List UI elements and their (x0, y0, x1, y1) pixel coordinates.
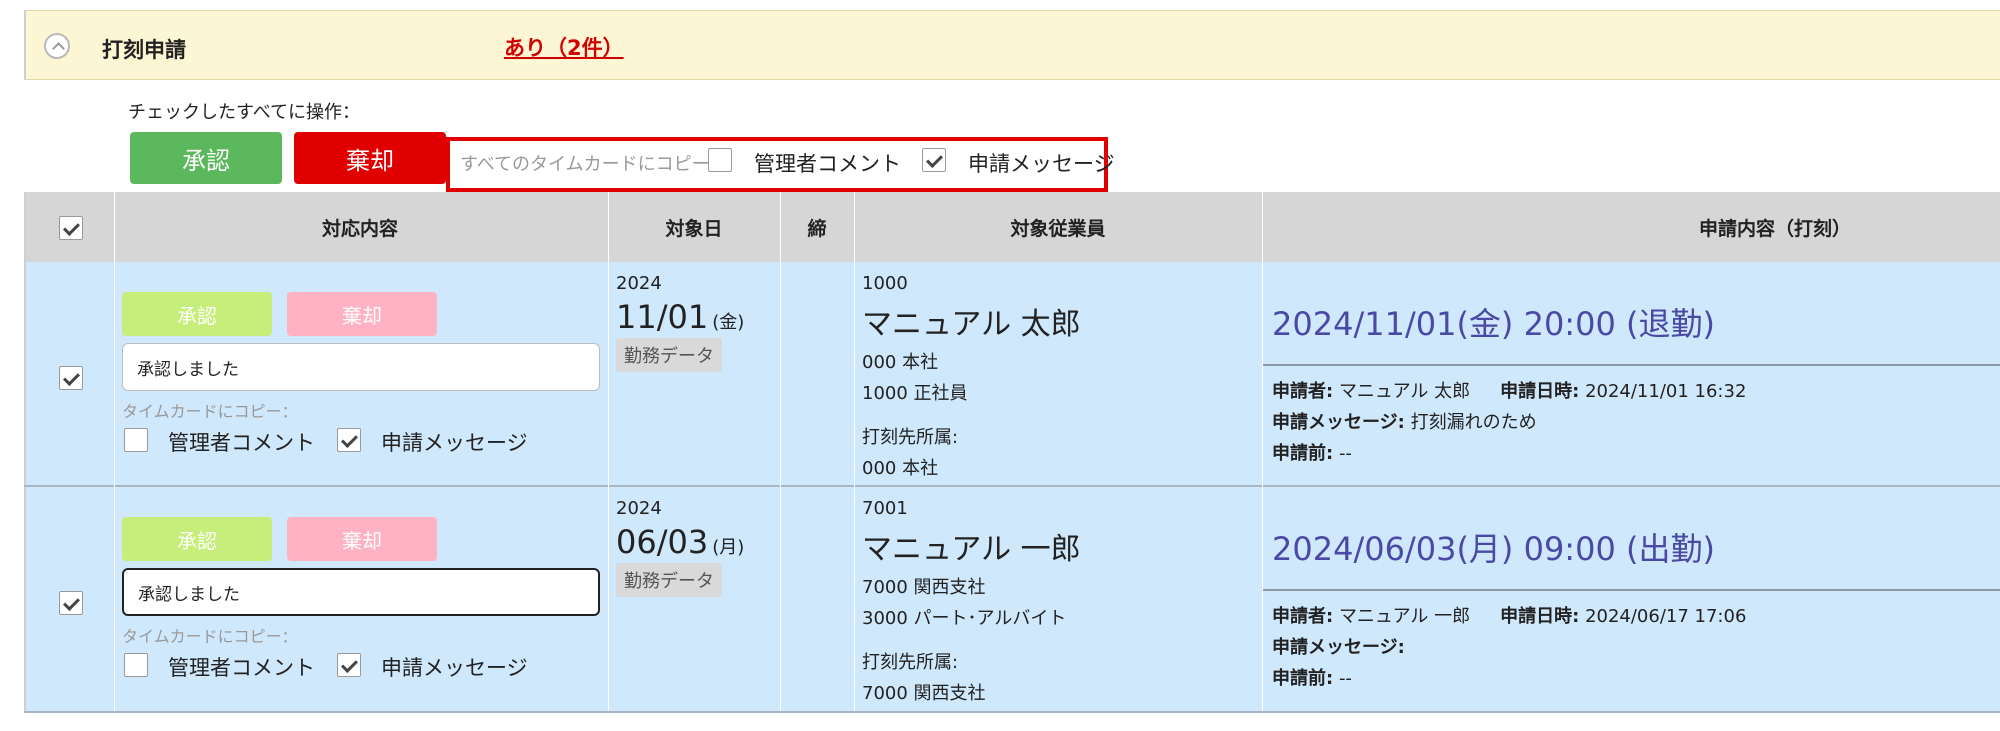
manager-comment-checkbox[interactable] (124, 653, 148, 677)
column-divider (608, 192, 609, 711)
request-applicant-line: 申請者: マニュアル 太郎 申請日時: 2024/11/01 16:32 (1272, 381, 1747, 402)
bulk-manager-comment-checkbox[interactable] (708, 148, 732, 172)
punch-dept: 7000 関西支社 (862, 683, 986, 704)
request-divider (1263, 364, 2000, 366)
request-message-line: 申請メッセージ: 打刻漏れのため (1272, 412, 1537, 433)
employee-department: 000 本社 (862, 352, 939, 373)
target-year: 2024 (616, 273, 662, 294)
employment-type: 1000 正社員 (862, 383, 968, 404)
bulk-approve-button[interactable]: 承認 (130, 132, 282, 184)
employment-type: 3000 パート･アルバイト (862, 608, 1067, 629)
select-all-checkbox[interactable] (59, 216, 83, 240)
request-message-label: 申請メッセージ (381, 656, 528, 680)
manager-comment-input[interactable]: 承認しました (122, 343, 600, 391)
employee-name: マニュアル 一郎 (862, 532, 1081, 567)
reject-button[interactable]: 棄却 (287, 517, 437, 561)
col-action: 対応内容 (321, 218, 399, 240)
section-title: 打刻申請 (102, 38, 186, 62)
target-year: 2024 (616, 498, 662, 519)
col-closing: 締 (807, 218, 827, 240)
target-date: 11/01 (金) (616, 298, 745, 336)
timecard-copy-label: タイムカードにコピー： (122, 402, 298, 421)
pending-count-link[interactable]: あり（2件） (504, 32, 624, 62)
column-divider (114, 192, 115, 711)
bulk-request-message-label: 申請メッセージ (968, 152, 1115, 176)
manager-comment-input[interactable]: 承認しました (122, 568, 600, 616)
col-employee: 対象従業員 (1010, 218, 1106, 240)
approve-button[interactable]: 承認 (122, 517, 272, 561)
manager-comment-label: 管理者コメント (168, 431, 315, 455)
request-applicant-line: 申請者: マニュアル 一郎 申請日時: 2024/06/17 17:06 (1272, 606, 1747, 627)
punch-dept: 000 本社 (862, 458, 939, 479)
punch-dept-label: 打刻先所属: (862, 427, 959, 448)
column-divider (780, 192, 781, 711)
target-date: 06/03 (月) (616, 523, 745, 561)
request-before-line: 申請前: -- (1272, 668, 1352, 689)
employee-name: マニュアル 太郎 (862, 307, 1081, 342)
bulk-manager-comment-label: 管理者コメント (754, 152, 901, 176)
table-bottom-border (24, 711, 2000, 713)
bulk-reject-button[interactable]: 棄却 (294, 132, 446, 184)
request-message-checkbox[interactable] (337, 653, 361, 677)
bulk-copy-label: すべてのタイムカードにコピー： (460, 154, 728, 175)
reject-button[interactable]: 棄却 (287, 292, 437, 336)
request-summary: 2024/06/03(月) 09:00 (出勤) (1272, 530, 1715, 568)
request-before-line: 申請前: -- (1272, 443, 1352, 464)
bulk-request-message-checkbox[interactable] (922, 148, 946, 172)
approve-button[interactable]: 承認 (122, 292, 272, 336)
col-target-date: 対象日 (665, 218, 723, 240)
employee-code: 1000 (862, 273, 908, 294)
manager-comment-checkbox[interactable] (124, 428, 148, 452)
request-message-label: 申請メッセージ (381, 431, 528, 455)
column-divider (1262, 192, 1263, 711)
bulk-action-label: チェックしたすべてに操作： (128, 102, 361, 123)
col-request: 申請内容（打刻） (1698, 218, 1852, 240)
punch-dept-label: 打刻先所属: (862, 652, 959, 673)
request-message-checkbox[interactable] (337, 428, 361, 452)
timecard-copy-label: タイムカードにコピー： (122, 627, 298, 646)
employee-code: 7001 (862, 498, 908, 519)
collapse-icon[interactable] (44, 33, 70, 59)
row-checkbox[interactable] (59, 591, 83, 615)
work-data-badge[interactable]: 勤務データ (616, 563, 722, 597)
manager-comment-label: 管理者コメント (168, 656, 315, 680)
column-divider (854, 192, 855, 711)
work-data-badge[interactable]: 勤務データ (616, 338, 722, 372)
request-message-line: 申請メッセージ: (1272, 637, 1405, 658)
row-divider (24, 485, 2000, 487)
row-checkbox[interactable] (59, 366, 83, 390)
request-summary: 2024/11/01(金) 20:00 (退勤) (1272, 305, 1715, 343)
employee-department: 7000 関西支社 (862, 577, 986, 598)
section-header (24, 10, 2000, 80)
request-divider (1263, 589, 2000, 591)
